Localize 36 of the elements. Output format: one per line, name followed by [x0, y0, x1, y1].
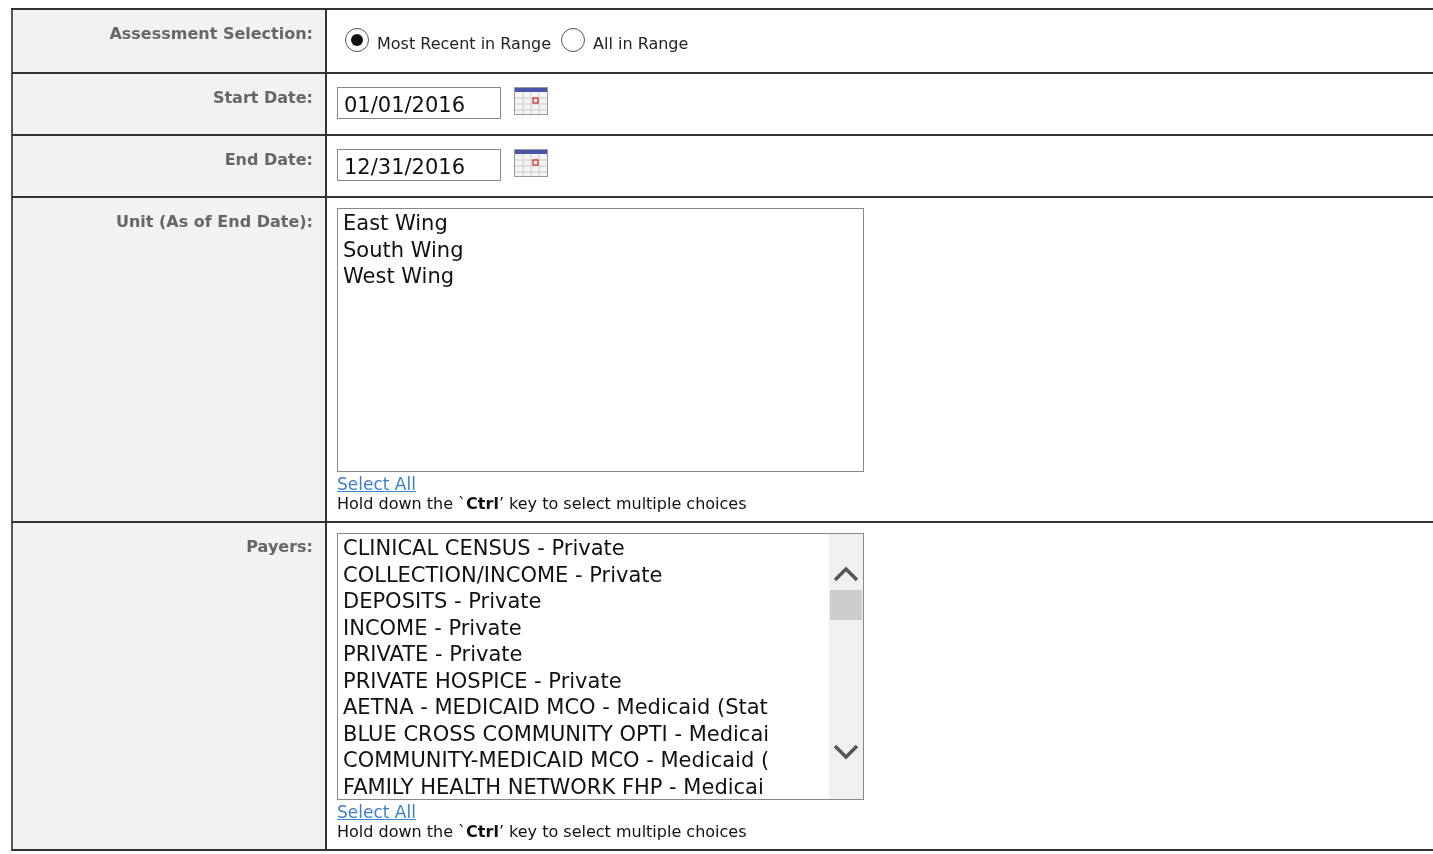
- field-label: End Date:: [224, 150, 313, 169]
- scrollbar[interactable]: [829, 534, 863, 799]
- list-option[interactable]: West Wing: [343, 263, 858, 290]
- list-option[interactable]: PRIVATE HOSPICE - Private: [343, 667, 824, 694]
- hint-text: Hold down the `Ctrl’ key to select multiple choices: [337, 822, 747, 841]
- select-all-link[interactable]: Select All: [337, 802, 416, 822]
- hint-text: Hold down the `Ctrl’ key to select multiple choices: [337, 494, 747, 513]
- radio-label[interactable]: All in Range: [593, 34, 689, 53]
- list-option[interactable]: CLINICAL CENSUS - Private: [343, 535, 824, 562]
- field-label: Start Date:: [212, 88, 313, 107]
- list-option[interactable]: INCOME - Private: [343, 614, 824, 641]
- list-option[interactable]: DEPOSITS - Private: [343, 588, 824, 615]
- radio-button[interactable]: [561, 27, 586, 52]
- list-option[interactable]: PRIVATE - Private: [343, 641, 824, 668]
- list-option[interactable]: FAMILY HEALTH NETWORK FHP - Medicai: [343, 773, 824, 799]
- select-all-link[interactable]: Select All: [337, 474, 416, 494]
- chevron-down-icon[interactable]: [832, 742, 860, 762]
- calendar-icon[interactable]: [514, 149, 548, 177]
- radio-label[interactable]: Most Recent in Range: [377, 34, 552, 53]
- list-option[interactable]: AETNA - MEDICAID MCO - Medicaid (Stat: [343, 694, 824, 721]
- date-field[interactable]: 12/31/2016: [337, 149, 501, 181]
- list-option[interactable]: East Wing: [343, 210, 858, 237]
- field-label: Assessment Selection:: [109, 24, 313, 43]
- list-option[interactable]: COLLECTION/INCOME - Private: [343, 561, 824, 588]
- chevron-up-icon[interactable]: [832, 564, 860, 584]
- list-option[interactable]: South Wing: [343, 236, 858, 263]
- list-box[interactable]: [337, 533, 864, 800]
- field-label: Payers:: [246, 537, 313, 556]
- list-box[interactable]: East Wing South Wing West Wing: [337, 208, 864, 472]
- list-option[interactable]: BLUE CROSS COMMUNITY OPTI - Medicai: [343, 720, 824, 747]
- date-field[interactable]: 01/01/2016: [337, 87, 501, 119]
- list-option[interactable]: COMMUNITY-MEDICAID MCO - Medicaid (: [343, 747, 824, 774]
- scroll-thumb[interactable]: [830, 590, 862, 620]
- field-label: Unit (As of End Date):: [115, 212, 313, 231]
- calendar-icon[interactable]: [514, 87, 548, 115]
- radio-button[interactable]: [345, 27, 369, 52]
